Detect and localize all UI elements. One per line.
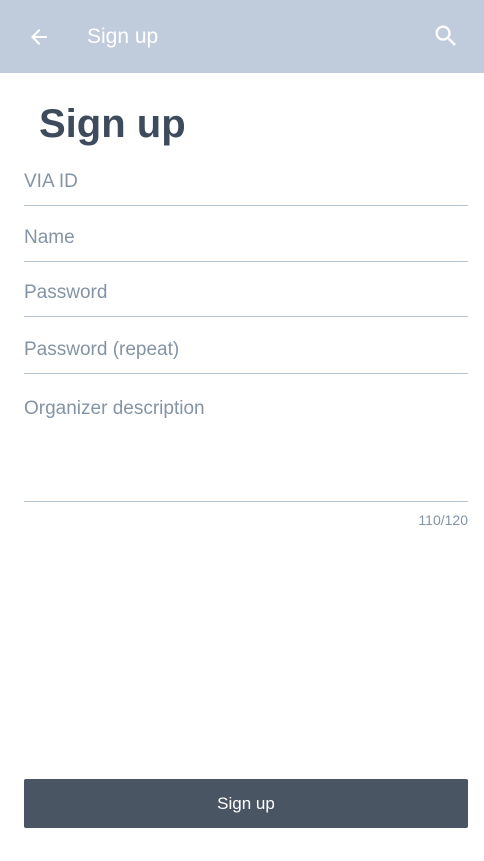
password-repeat-field-container: [24, 335, 468, 374]
app-bar-title: Sign up: [87, 25, 159, 48]
via-id-field-container: [24, 167, 468, 206]
arrow-left-icon: [31, 29, 47, 45]
organizer-description-input[interactable]: [24, 397, 468, 501]
search-icon: [435, 25, 456, 46]
back-button[interactable]: [22, 20, 56, 54]
signup-screen: Sign up Sign up 110/120 Sign up: [0, 0, 484, 861]
name-input[interactable]: [24, 223, 468, 253]
app-bar: Sign up: [0, 0, 484, 73]
organizer-description-field-container: [24, 397, 468, 502]
via-id-input[interactable]: [24, 167, 468, 197]
page-title: Sign up: [39, 102, 186, 146]
password-repeat-input[interactable]: [24, 335, 468, 365]
sign-up-button[interactable]: Sign up: [24, 779, 468, 828]
search-button[interactable]: [428, 18, 464, 54]
description-char-counter: 110/120: [418, 512, 468, 528]
password-field-container: [24, 278, 468, 317]
password-input[interactable]: [24, 278, 468, 308]
name-field-container: [24, 223, 468, 262]
